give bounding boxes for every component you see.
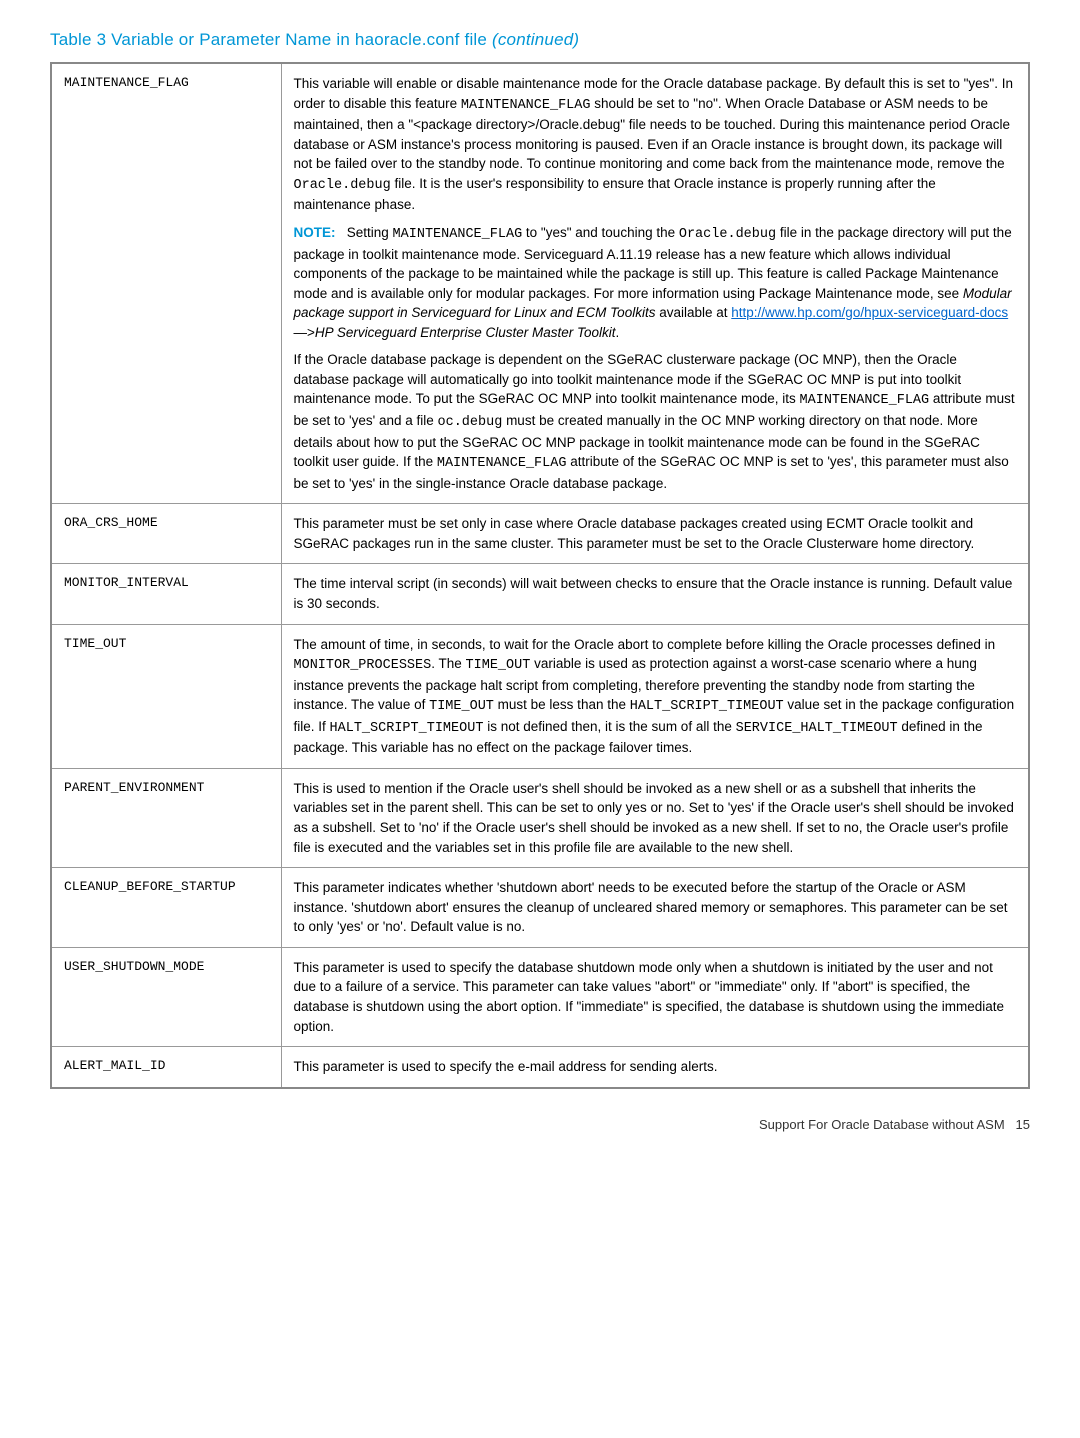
table-row: CLEANUP_BEFORE_STARTUP This parameter in… (51, 868, 1029, 948)
parameter-table: MAINTENANCE_FLAG This variable will enab… (50, 62, 1030, 1089)
param-name: TIME_OUT (51, 624, 281, 768)
title-suffix: (continued) (492, 30, 579, 49)
param-name: MONITOR_INTERVAL (51, 564, 281, 624)
param-desc: This variable will enable or disable mai… (281, 63, 1029, 504)
param-desc: This parameter is used to specify the da… (281, 947, 1029, 1046)
table-row: MONITOR_INTERVAL The time interval scrip… (51, 564, 1029, 624)
table-title: Table 3 Variable or Parameter Name in ha… (50, 30, 1030, 50)
table-row: MAINTENANCE_FLAG This variable will enab… (51, 63, 1029, 504)
footer-text: Support For Oracle Database without ASM (759, 1117, 1005, 1132)
page-number: 15 (1016, 1117, 1030, 1132)
param-name: CLEANUP_BEFORE_STARTUP (51, 868, 281, 948)
param-desc: This parameter indicates whether 'shutdo… (281, 868, 1029, 948)
param-name: PARENT_ENVIRONMENT (51, 768, 281, 867)
table-row: USER_SHUTDOWN_MODE This parameter is use… (51, 947, 1029, 1046)
table-row: TIME_OUT The amount of time, in seconds,… (51, 624, 1029, 768)
table-row: PARENT_ENVIRONMENT This is used to menti… (51, 768, 1029, 867)
desc-paragraph: If the Oracle database package is depend… (294, 350, 1017, 493)
param-name: USER_SHUTDOWN_MODE (51, 947, 281, 1046)
doc-link[interactable]: http://www.hp.com/go/hpux-serviceguard-d… (731, 305, 1008, 320)
param-desc: This is used to mention if the Oracle us… (281, 768, 1029, 867)
note-paragraph: NOTE: Setting MAINTENANCE_FLAG to "yes" … (294, 223, 1017, 342)
param-desc: The amount of time, in seconds, to wait … (281, 624, 1029, 768)
param-name: ALERT_MAIL_ID (51, 1047, 281, 1088)
title-prefix: Table 3 Variable or Parameter Name in ha… (50, 30, 492, 49)
param-desc: The time interval script (in seconds) wi… (281, 564, 1029, 624)
table-row: ORA_CRS_HOME This parameter must be set … (51, 504, 1029, 564)
param-desc: This parameter must be set only in case … (281, 504, 1029, 564)
param-name: MAINTENANCE_FLAG (51, 63, 281, 504)
table-row: ALERT_MAIL_ID This parameter is used to … (51, 1047, 1029, 1088)
param-name: ORA_CRS_HOME (51, 504, 281, 564)
note-label: NOTE: (294, 225, 336, 240)
desc-paragraph: This variable will enable or disable mai… (294, 74, 1017, 215)
param-desc: This parameter is used to specify the e-… (281, 1047, 1029, 1088)
page-footer: Support For Oracle Database without ASM … (50, 1117, 1030, 1132)
